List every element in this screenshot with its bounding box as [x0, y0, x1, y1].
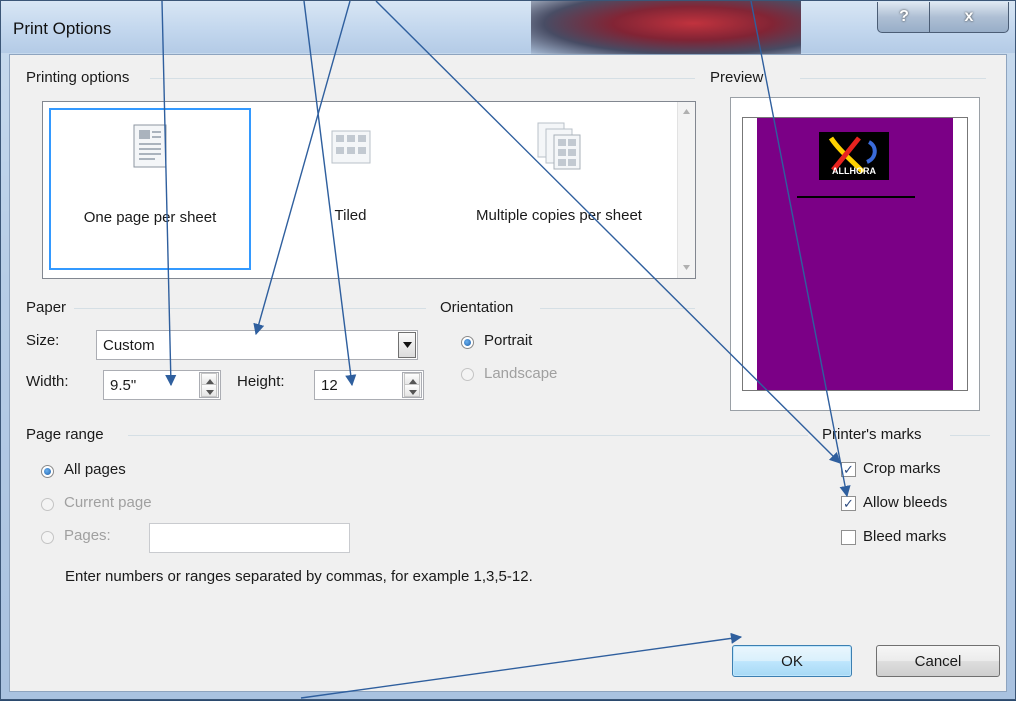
page-range-divider: [128, 435, 808, 436]
preview-logo: ALLHORA: [819, 132, 889, 180]
chevron-down-icon: [409, 390, 417, 395]
chevron-down-icon: [206, 390, 214, 395]
page-range-label: Page range: [26, 426, 110, 443]
width-label: Width:: [26, 373, 69, 390]
allow-bleeds-label[interactable]: Allow bleeds: [863, 494, 947, 511]
height-stepper-down[interactable]: [404, 384, 420, 397]
height-label: Height:: [237, 373, 285, 390]
current-page-radio[interactable]: [41, 498, 54, 511]
option-label: One page per sheet: [83, 209, 217, 226]
portrait-radio[interactable]: [461, 336, 474, 349]
page-range-hint: Enter numbers or ranges separated by com…: [65, 568, 533, 585]
printers-marks-divider: [950, 435, 990, 436]
landscape-radio[interactable]: [461, 368, 474, 381]
option-multiple-copies-per-sheet[interactable]: Multiple copies per sheet: [448, 108, 670, 270]
width-stepper[interactable]: [199, 372, 219, 398]
pages-radio[interactable]: [41, 531, 54, 544]
option-tiled[interactable]: Tiled: [263, 108, 438, 270]
help-button[interactable]: ?: [877, 2, 931, 33]
printing-options-divider: [150, 78, 695, 79]
width-input[interactable]: 9.5": [103, 370, 221, 400]
title-bar[interactable]: Print Options ? x: [1, 1, 1015, 57]
tiled-icon: [331, 130, 370, 164]
option-one-page-per-sheet[interactable]: One page per sheet: [49, 108, 251, 270]
all-pages-label[interactable]: All pages: [64, 461, 126, 478]
paper-label: Paper: [26, 299, 73, 316]
printing-options-label: Printing options: [26, 69, 136, 86]
height-input[interactable]: 12: [314, 370, 424, 400]
single-page-icon: [133, 124, 167, 168]
print-options-window: Print Options ? x Printing options One p…: [0, 0, 1016, 700]
scrollbar-arrows-icon: [683, 109, 690, 270]
height-stepper[interactable]: [402, 372, 422, 398]
help-icon: ?: [899, 8, 909, 25]
orientation-label: Orientation: [440, 299, 520, 316]
multiple-copies-icon: [537, 122, 581, 170]
size-label: Size:: [26, 332, 60, 349]
crop-marks-label[interactable]: Crop marks: [863, 460, 941, 477]
preview-divider: [800, 78, 986, 79]
size-value: Custom: [103, 336, 155, 354]
cancel-button[interactable]: Cancel: [876, 645, 1000, 677]
preview-label: Preview: [710, 69, 770, 86]
landscape-label[interactable]: Landscape: [484, 365, 557, 382]
option-label: Multiple copies per sheet: [476, 207, 642, 224]
height-value: 12: [321, 376, 338, 394]
size-dropdown-button[interactable]: [398, 332, 416, 358]
portrait-label[interactable]: Portrait: [484, 332, 532, 349]
all-pages-radio[interactable]: [41, 465, 54, 478]
bleed-marks-checkbox[interactable]: [841, 530, 856, 545]
width-stepper-down[interactable]: [201, 384, 217, 397]
orientation-divider: [540, 308, 695, 309]
crop-marks-checkbox[interactable]: ✓: [841, 462, 856, 477]
width-value: 9.5": [110, 376, 137, 394]
option-label: Tiled: [334, 207, 367, 224]
preview-pane: ALLHORA: [730, 97, 980, 411]
printing-options-list[interactable]: One page per sheet Tiled Multiple copies…: [42, 101, 696, 279]
pages-input[interactable]: [149, 523, 350, 553]
options-list-scrollbar[interactable]: [677, 102, 695, 278]
printers-marks-label: Printer's marks: [822, 426, 928, 443]
close-button[interactable]: x: [929, 2, 1009, 33]
ok-button[interactable]: OK: [732, 645, 852, 677]
bleed-marks-label[interactable]: Bleed marks: [863, 528, 946, 545]
allow-bleeds-checkbox[interactable]: ✓: [841, 496, 856, 511]
close-icon: x: [964, 8, 974, 25]
paper-divider: [74, 308, 426, 309]
chevron-down-icon: [402, 342, 412, 348]
pages-label[interactable]: Pages:: [64, 527, 111, 544]
preview-tagline: [797, 196, 915, 198]
current-page-label[interactable]: Current page: [64, 494, 152, 511]
preview-paper: ALLHORA: [742, 117, 968, 391]
dialog-body: Printing options One page per sheet Tile…: [9, 54, 1007, 692]
window-title: Print Options: [13, 19, 112, 38]
preview-page-content: ALLHORA: [757, 118, 953, 390]
title-bar-background: [531, 1, 801, 57]
size-dropdown[interactable]: Custom: [96, 330, 418, 360]
logo-text: ALLHORA: [832, 166, 876, 176]
